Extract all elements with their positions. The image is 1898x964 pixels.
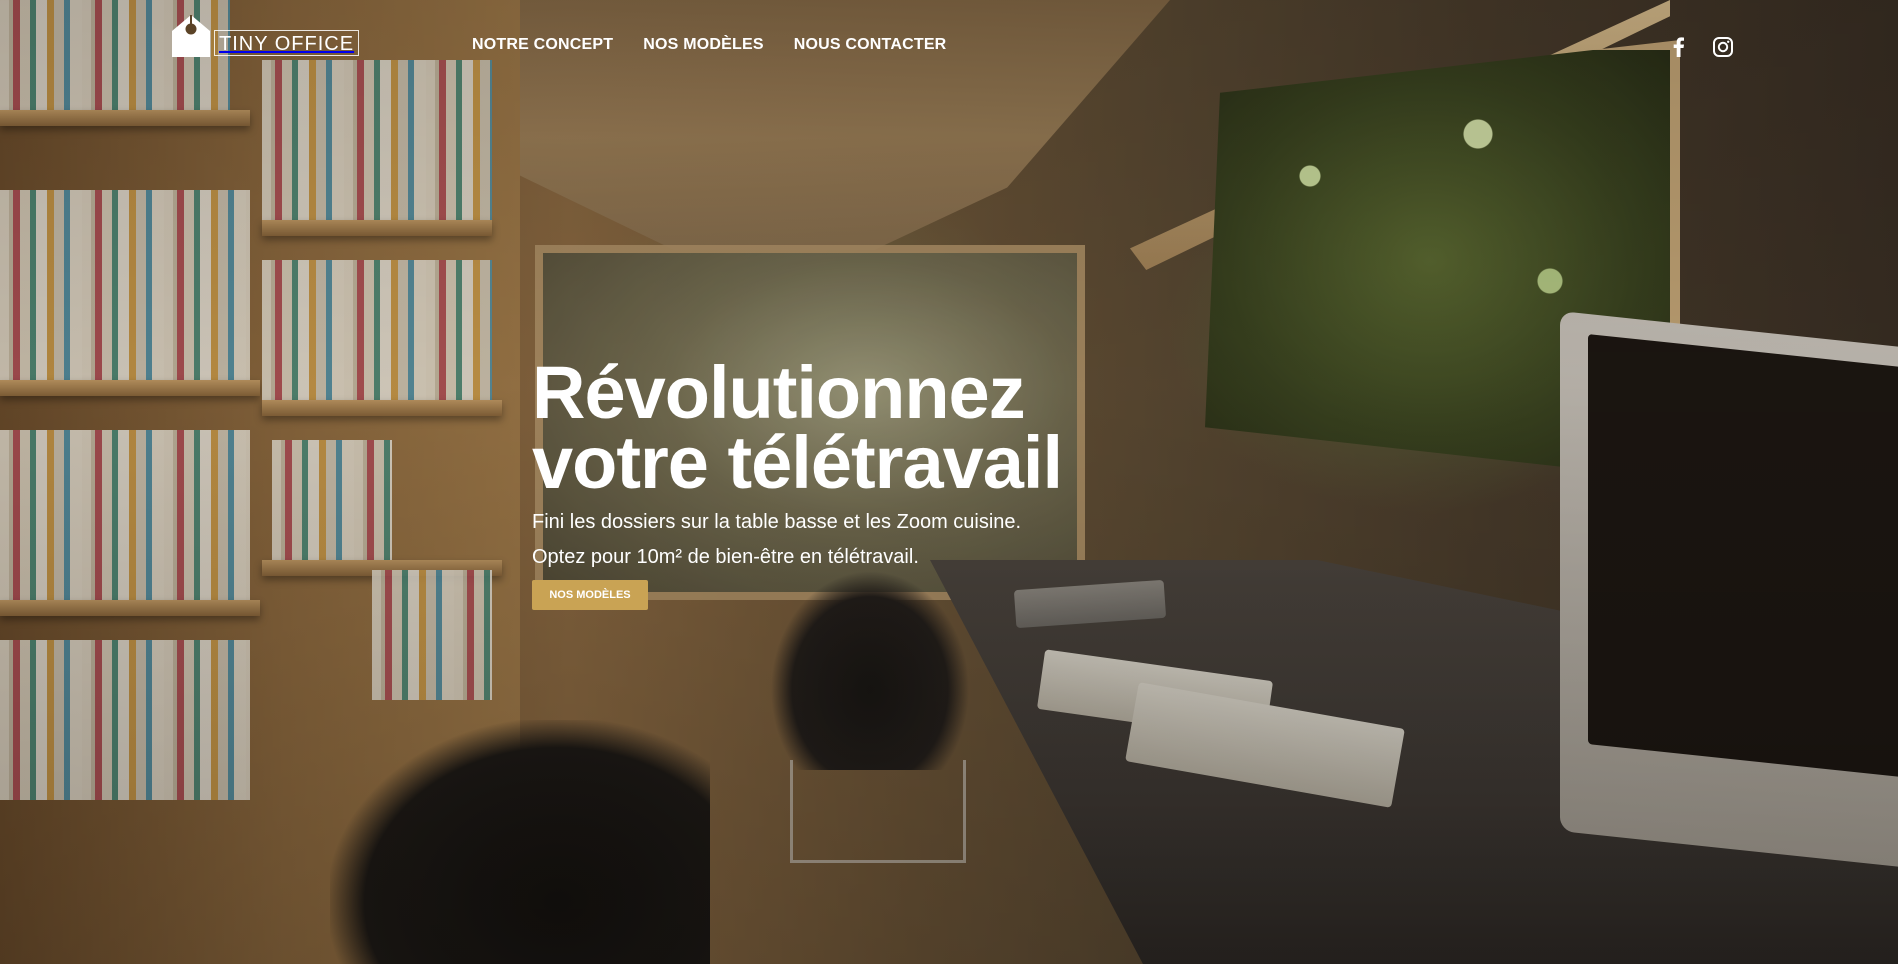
nav-item-nos-modeles[interactable]: NOS MODÈLES [643, 36, 763, 54]
hero-title: Révolutionnez votre télétravail [532, 356, 1063, 500]
hero-subtitle-line-2: Optez pour 10m² de bien-être en télétrav… [532, 546, 919, 568]
hero-subtitle: Fini les dossiers sur la table basse et … [532, 505, 1021, 575]
house-icon [170, 13, 212, 57]
brand-logo[interactable]: TINY OFFICE [170, 13, 360, 57]
hero-section: TINY OFFICE NOTRE CONCEPT NOS MODÈLES NO… [0, 0, 1898, 964]
instagram-icon[interactable] [1712, 36, 1734, 58]
nav-item-nous-contacter[interactable]: NOUS CONTACTER [794, 36, 947, 54]
social-links [1668, 36, 1734, 58]
brand-name: TINY OFFICE [214, 30, 360, 56]
hero-title-line-2: votre télétravail [532, 421, 1063, 504]
hero-subtitle-line-1: Fini les dossiers sur la table basse et … [532, 511, 1022, 533]
main-nav: NOTRE CONCEPT NOS MODÈLES NOUS CONTACTER [472, 36, 946, 54]
nos-modeles-button[interactable]: NOS MODÈLES [532, 580, 648, 610]
nav-item-notre-concept[interactable]: NOTRE CONCEPT [472, 36, 613, 54]
facebook-icon[interactable] [1668, 36, 1690, 58]
